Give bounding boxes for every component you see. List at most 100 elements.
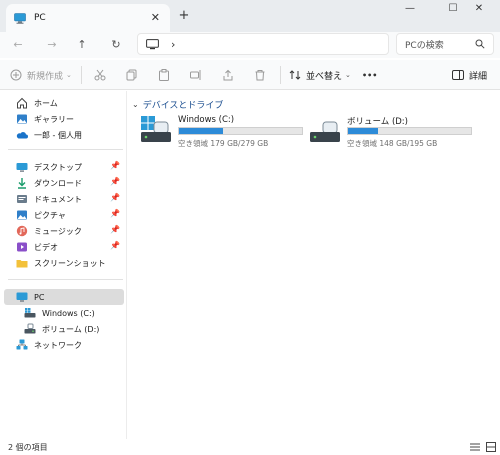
sidebar-item-label: ギャラリー (34, 114, 74, 124)
new-button-label: 新規作成 (27, 71, 64, 82)
sidebar-item-music[interactable]: ミュージック 📌 (4, 223, 124, 239)
share-icon (223, 69, 233, 81)
sidebar-item-label: ダウンロード (34, 178, 82, 188)
trash-icon (255, 70, 265, 81)
up-button[interactable]: ↑ (74, 38, 90, 52)
sidebar-item-downloads[interactable]: ダウンロード 📌 (4, 175, 124, 191)
chevron-down-icon: ⌄ (345, 71, 351, 79)
forward-button[interactable]: → (44, 38, 60, 52)
music-icon (16, 225, 28, 237)
drive-free-space: 空き領域 148 GB/195 GB (347, 139, 438, 148)
sidebar-item-label: デスクトップ (34, 162, 82, 172)
pictures-icon (17, 210, 27, 220)
sidebar-item-pc[interactable]: PC (4, 289, 124, 305)
pin-icon[interactable]: 📌 (110, 177, 120, 186)
sidebar-divider (8, 149, 123, 150)
home-icon (17, 97, 27, 109)
sidebar-item-screenshots[interactable]: スクリーンショット (4, 255, 124, 271)
copy-icon (126, 69, 137, 81)
sidebar-item-gallery[interactable]: ギャラリー (4, 111, 124, 127)
drive-d-icon (24, 323, 36, 334)
rename-icon (190, 70, 201, 80)
sidebar-item-label: ビデオ (34, 242, 58, 252)
sidebar-item-label: ボリューム (D:) (42, 324, 100, 334)
cut-icon (94, 69, 106, 81)
desktop-icon (16, 163, 28, 172)
sidebar-item-documents[interactable]: ドキュメント 📌 (4, 191, 124, 207)
drive-usage-bar (347, 127, 472, 135)
network-icon (16, 339, 28, 350)
breadcrumb-separator[interactable]: › (171, 38, 175, 51)
pc-icon (14, 12, 26, 24)
delete-button[interactable] (254, 68, 266, 82)
chevron-down-icon: ⌄ (66, 71, 72, 79)
sidebar-item-network[interactable]: ネットワーク (4, 337, 124, 353)
copy-button[interactable] (126, 68, 138, 82)
sidebar-item-label: ホーム (34, 98, 58, 108)
sidebar-item-pictures[interactable]: ピクチャ 📌 (4, 207, 124, 223)
drive-name: ボリューム (D:) (347, 117, 408, 127)
toolbar-divider (81, 66, 82, 84)
navigation-pane: ホーム ギャラリー 一郎 - 個人用 デスクトップ 📌 ダウンロード 📌 ドキュ… (0, 91, 127, 439)
sidebar-item-label: Windows (C:) (42, 308, 95, 318)
search-box[interactable]: PCの検索 (396, 33, 494, 55)
sidebar-item-label: PC (34, 292, 45, 302)
documents-icon (17, 195, 27, 203)
pin-icon[interactable]: 📌 (110, 193, 120, 202)
pin-icon[interactable]: 📌 (110, 225, 120, 234)
sidebar-item-onedrive[interactable]: 一郎 - 個人用 (4, 127, 124, 143)
download-icon (18, 178, 26, 189)
drive-c-icon (24, 308, 36, 318)
status-bar: 2 個の項目 (0, 439, 500, 455)
chevron-down-icon[interactable]: ⌄ (132, 100, 139, 109)
sidebar-item-videos[interactable]: ビデオ 📌 (4, 239, 124, 255)
drive-icon (310, 121, 340, 142)
pin-icon[interactable]: 📌 (110, 209, 120, 218)
gallery-icon (17, 114, 27, 124)
rename-button[interactable] (190, 68, 202, 82)
plus-circle-icon (10, 69, 22, 81)
group-title: デバイスとドライブ (142, 101, 224, 111)
sidebar-item-drive-d[interactable]: ボリューム (D:) (4, 321, 124, 337)
more-options-button[interactable]: ••• (362, 68, 377, 82)
sidebar-item-home[interactable]: ホーム (4, 95, 124, 111)
new-tab-button[interactable]: + (176, 8, 192, 24)
pin-icon[interactable]: 📌 (110, 161, 120, 170)
group-header-devices[interactable]: ⌄ デバイスとドライブ (132, 98, 223, 111)
toolbar-divider (280, 66, 281, 84)
videos-icon (17, 242, 27, 252)
address-bar[interactable]: › (137, 33, 389, 55)
pin-icon[interactable]: 📌 (110, 241, 120, 250)
drive-usage-bar (178, 127, 303, 135)
minimize-button[interactable]: — (389, 0, 431, 20)
share-button[interactable] (222, 68, 234, 82)
pc-icon (146, 38, 159, 49)
new-button[interactable]: 新規作成 ⌄ (10, 68, 72, 82)
close-window-button[interactable]: ✕ (458, 0, 500, 20)
sidebar-item-label: ミュージック (34, 226, 82, 236)
back-button[interactable]: ← (10, 38, 26, 52)
sidebar-item-label: ピクチャ (34, 210, 66, 220)
drive-tile-c[interactable]: Windows (C:) 空き領域 179 GB/279 GB (140, 113, 310, 151)
details-view-icon[interactable] (470, 442, 480, 452)
details-pane-button[interactable]: 詳細 (452, 68, 487, 82)
sidebar-item-label: スクリーンショット (34, 258, 106, 268)
sidebar-item-drive-c[interactable]: Windows (C:) (4, 305, 124, 321)
sort-button[interactable]: 並べ替え ⌄ (289, 68, 351, 82)
paste-button[interactable] (158, 68, 170, 82)
cut-button[interactable] (94, 68, 106, 82)
sort-icon (289, 70, 301, 80)
refresh-button[interactable]: ↻ (108, 38, 124, 52)
tiles-view-icon[interactable] (486, 442, 496, 452)
sidebar-item-label: ネットワーク (34, 340, 82, 350)
tab-title: PC (34, 13, 46, 23)
search-input[interactable]: PCの検索 (405, 38, 444, 51)
close-tab-button[interactable]: ✕ (151, 11, 160, 24)
drive-tile-d[interactable]: ボリューム (D:) 空き領域 148 GB/195 GB (309, 113, 479, 151)
tab-pc[interactable]: PC ✕ (6, 4, 170, 32)
sidebar-item-desktop[interactable]: デスクトップ 📌 (4, 159, 124, 175)
pc-icon (16, 292, 28, 302)
search-icon[interactable] (475, 39, 485, 49)
item-count: 2 個の項目 (8, 442, 48, 452)
details-pane-icon (452, 70, 464, 80)
